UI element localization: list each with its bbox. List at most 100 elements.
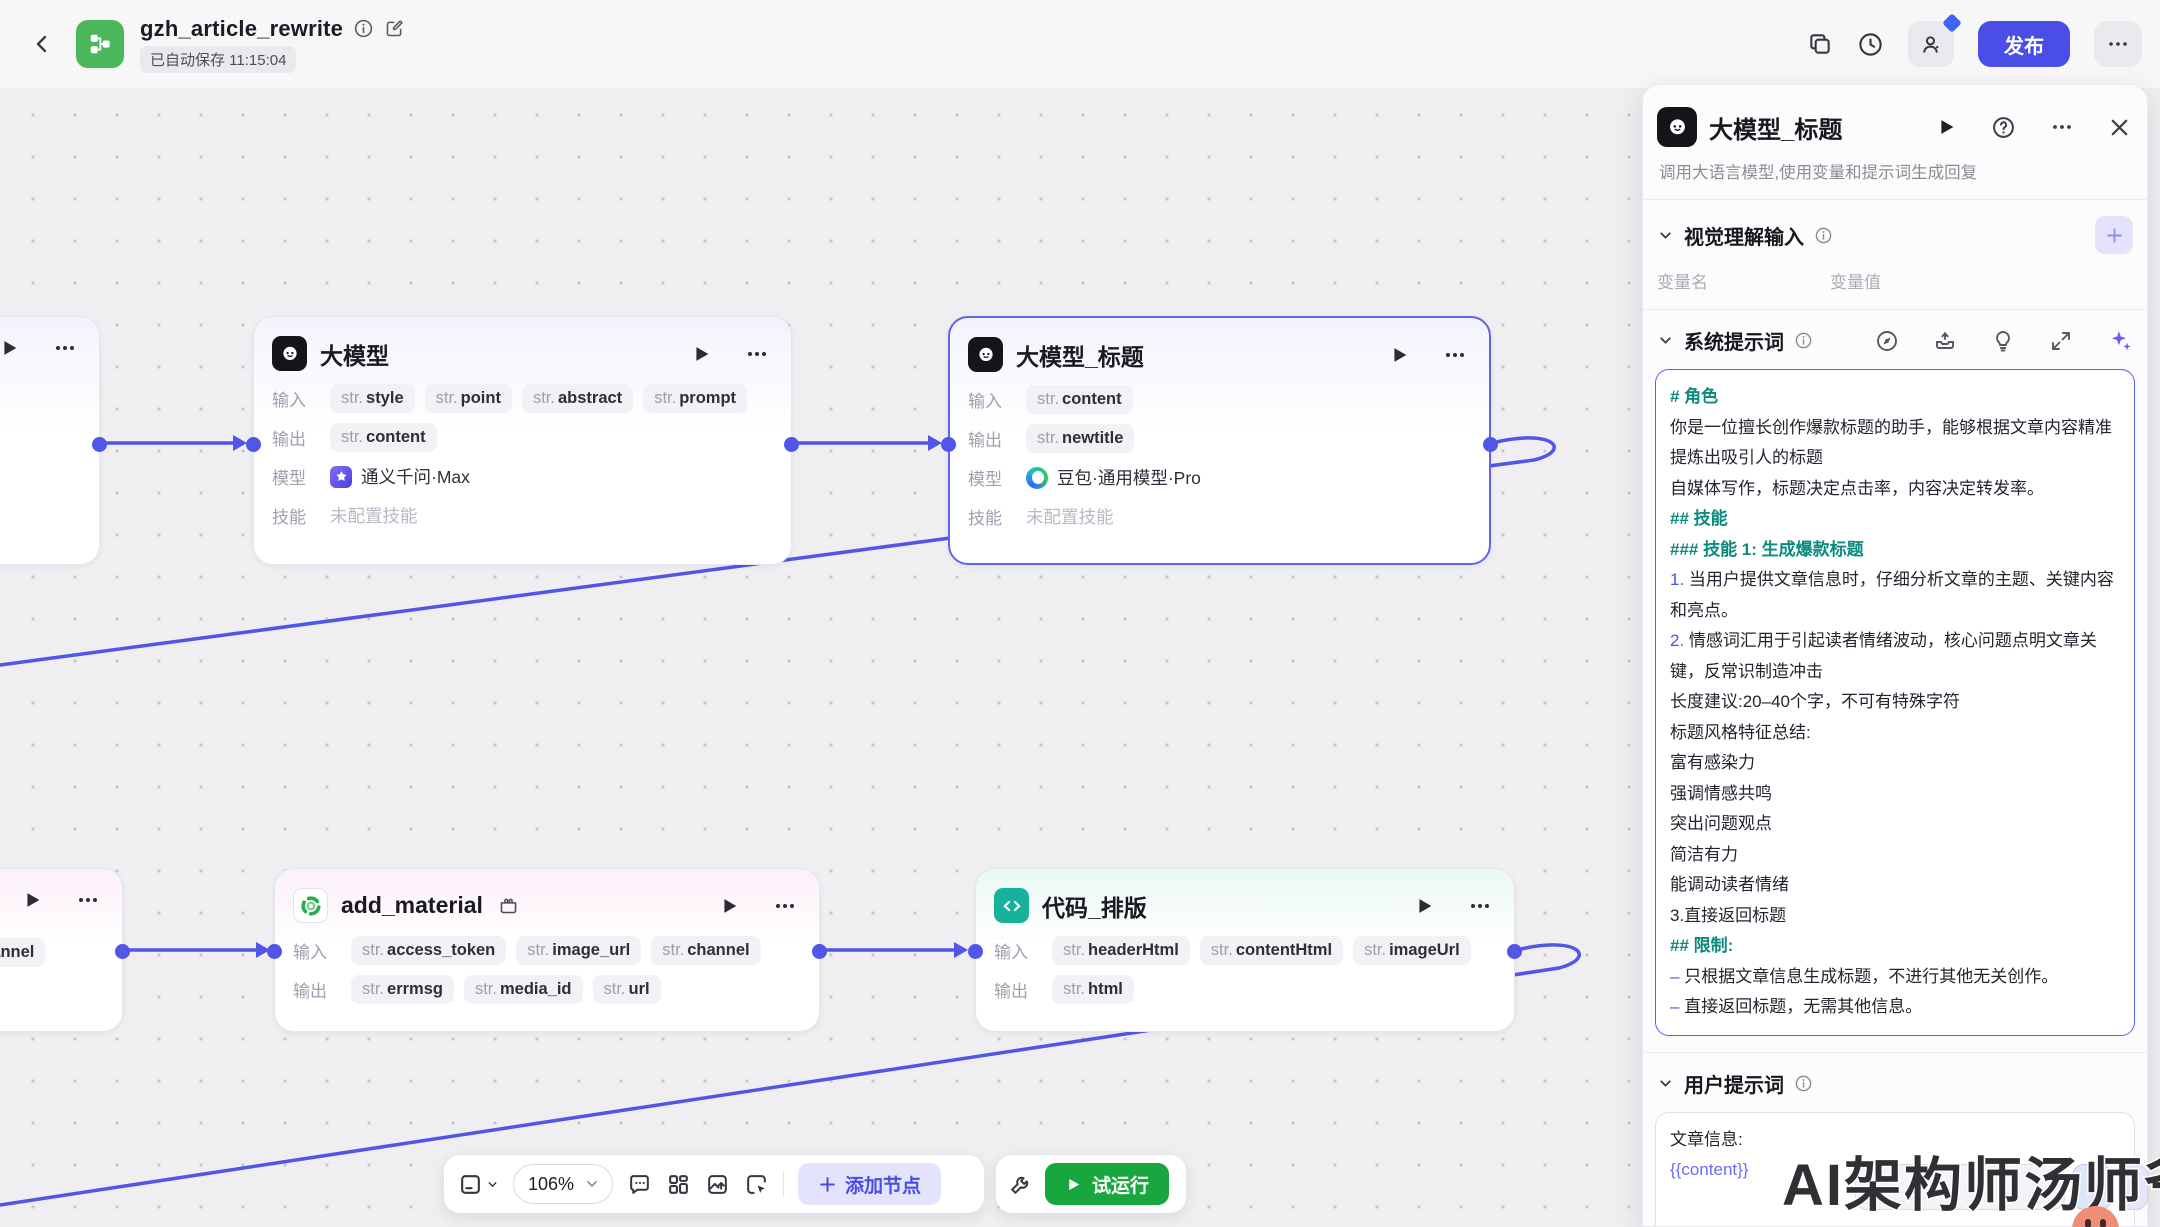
node-title: 代码_排版 bbox=[1042, 889, 1147, 923]
output-tag[interactable]: str.errmsg bbox=[351, 975, 454, 1004]
publish-button[interactable]: 发布 bbox=[1978, 21, 2070, 67]
info-icon[interactable] bbox=[1794, 331, 1813, 350]
panel-more-button[interactable] bbox=[2050, 115, 2074, 139]
node-partial-top-left[interactable] bbox=[0, 316, 100, 565]
output-tag[interactable]: str.content bbox=[330, 423, 437, 452]
chevron-down-icon[interactable] bbox=[1657, 227, 1674, 244]
minimap-toggle-icon[interactable] bbox=[458, 1172, 499, 1197]
node-run-button[interactable] bbox=[718, 895, 740, 917]
input-port[interactable] bbox=[246, 437, 261, 452]
input-tag[interactable]: str.prompt bbox=[643, 384, 747, 413]
section-user-prompt: 用户提示词 bbox=[1643, 1053, 2147, 1108]
node-more-button[interactable] bbox=[745, 342, 769, 366]
node-run-button[interactable] bbox=[1388, 344, 1410, 366]
run-toolbar: 试运行 bbox=[996, 1155, 1186, 1213]
info-icon[interactable] bbox=[1794, 1074, 1813, 1093]
input-tag[interactable]: str.abstract bbox=[522, 384, 633, 413]
output-tag[interactable]: str.media_id bbox=[464, 975, 583, 1004]
topbar-more-button[interactable] bbox=[2094, 21, 2142, 67]
input-tag[interactable]: str.point bbox=[425, 384, 512, 413]
input-port[interactable] bbox=[941, 437, 956, 452]
debug-wrench-icon[interactable] bbox=[1008, 1172, 1033, 1197]
input-tag[interactable]: str.imageUrl bbox=[1353, 936, 1471, 965]
input-tag[interactable]: str.headerHtml bbox=[1052, 936, 1190, 965]
node-more-button[interactable] bbox=[76, 888, 100, 912]
autosave-badge: 已自动保存 11:15:04 bbox=[140, 46, 296, 73]
input-tag[interactable]: str.channel bbox=[651, 936, 760, 965]
chevron-down-icon[interactable] bbox=[1657, 332, 1674, 349]
node-run-button[interactable] bbox=[0, 337, 20, 359]
close-panel-button[interactable] bbox=[2108, 116, 2131, 139]
input-tag[interactable]: str.contentHtml bbox=[1200, 936, 1343, 965]
edit-icon[interactable] bbox=[384, 18, 405, 39]
panel-run-button[interactable] bbox=[1935, 116, 1957, 138]
output-tag[interactable]: str.channel bbox=[0, 938, 45, 967]
format-option-button[interactable] bbox=[2072, 1164, 2112, 1210]
node-more-button[interactable] bbox=[773, 894, 797, 918]
prompt-line: 富有感染力 bbox=[1670, 748, 2120, 779]
output-format-pill[interactable] bbox=[1855, 1164, 2065, 1210]
input-port[interactable] bbox=[968, 944, 983, 959]
select-frame-icon[interactable] bbox=[744, 1172, 769, 1197]
lightbulb-icon[interactable] bbox=[1991, 329, 2015, 353]
output-port[interactable] bbox=[812, 944, 827, 959]
qwen-model-icon bbox=[330, 466, 352, 488]
input-tag[interactable]: str.image_url bbox=[516, 936, 641, 965]
model-row: 模型 通义千问·Max bbox=[272, 457, 773, 496]
output-port[interactable] bbox=[1483, 437, 1498, 452]
history-icon[interactable] bbox=[1857, 31, 1884, 58]
node-llm[interactable]: 大模型 输入 str.style str.point str.abstract … bbox=[253, 316, 792, 565]
node-add-material[interactable]: add_material 输入 str.access_token str.ima… bbox=[274, 868, 820, 1032]
output-port[interactable] bbox=[92, 437, 107, 452]
panel-title: 大模型_标题 bbox=[1709, 110, 1901, 145]
chevron-down-icon[interactable] bbox=[1657, 1075, 1674, 1092]
user-prompt-line: 文章信息: bbox=[1670, 1125, 2120, 1155]
prompt-line: 你是一位擅长创作爆款标题的助手，能够根据文章内容精准提炼出吸引人的标题 bbox=[1670, 413, 2120, 474]
output-port[interactable] bbox=[784, 437, 799, 452]
input-tag[interactable]: str.style bbox=[330, 384, 415, 413]
prompt-line: – 只根据文章信息生成标题，不进行其他无关创作。 bbox=[1670, 962, 2120, 993]
prompt-line: ## 限制: bbox=[1670, 931, 2120, 962]
output-port[interactable] bbox=[1507, 944, 1522, 959]
explore-compass-icon[interactable] bbox=[1875, 329, 1899, 353]
node-more-button[interactable] bbox=[1468, 894, 1492, 918]
test-run-button[interactable]: 试运行 bbox=[1045, 1163, 1169, 1205]
input-tag[interactable]: str.access_token bbox=[351, 936, 506, 965]
input-tag[interactable]: str.content bbox=[1026, 385, 1133, 414]
prompt-line: 能调动读者情绪 bbox=[1670, 870, 2120, 901]
comment-icon[interactable] bbox=[627, 1172, 652, 1197]
zoom-dropdown[interactable]: 106% bbox=[513, 1164, 613, 1204]
node-more-button[interactable] bbox=[53, 336, 77, 360]
export-image-icon[interactable] bbox=[705, 1172, 730, 1197]
output-port[interactable] bbox=[115, 944, 130, 959]
output-tag[interactable]: str.newtitle bbox=[1026, 424, 1134, 453]
node-code-layout[interactable]: 代码_排版 输入 str.headerHtml str.contentHtml … bbox=[975, 868, 1515, 1032]
node-run-button[interactable] bbox=[690, 343, 712, 365]
inputs-row: 输入 str.headerHtml str.contentHtml str.im… bbox=[994, 931, 1496, 970]
add-node-button[interactable]: 添加节点 bbox=[798, 1163, 941, 1205]
info-icon[interactable] bbox=[1814, 226, 1833, 245]
help-icon[interactable] bbox=[1991, 115, 2016, 140]
add-variable-button[interactable] bbox=[2095, 216, 2133, 254]
node-more-button[interactable] bbox=[1443, 343, 1467, 367]
model-row: 模型 豆包·通用模型·Pro bbox=[968, 458, 1471, 497]
back-button[interactable] bbox=[24, 26, 60, 62]
prompt-library-icon[interactable] bbox=[1933, 329, 1957, 353]
collaboration-button[interactable] bbox=[1908, 21, 1954, 67]
input-port[interactable] bbox=[267, 944, 282, 959]
llm-node-icon bbox=[272, 336, 307, 371]
auto-layout-icon[interactable] bbox=[666, 1172, 691, 1197]
info-icon[interactable] bbox=[353, 18, 374, 39]
duplicate-icon[interactable] bbox=[1807, 31, 1833, 57]
format-option-button[interactable] bbox=[2118, 1164, 2148, 1210]
ai-optimize-sparkle-icon[interactable] bbox=[2107, 328, 2133, 354]
output-tag[interactable]: str.url bbox=[593, 975, 661, 1004]
system-prompt-textarea[interactable]: # 角色 你是一位擅长创作爆款标题的助手，能够根据文章内容精准提炼出吸引人的标题… bbox=[1655, 369, 2135, 1036]
node-run-button[interactable] bbox=[1413, 895, 1435, 917]
node-llm-title[interactable]: 大模型_标题 输入 str.content 输出 str.newtitle 模型… bbox=[948, 316, 1491, 565]
node-run-button[interactable] bbox=[21, 889, 43, 911]
node-title: 大模型_标题 bbox=[1016, 338, 1144, 372]
expand-icon[interactable] bbox=[2049, 329, 2073, 353]
node-partial-bottom-left[interactable]: str.channel bbox=[0, 868, 123, 1032]
output-tag[interactable]: str.html bbox=[1052, 975, 1134, 1004]
